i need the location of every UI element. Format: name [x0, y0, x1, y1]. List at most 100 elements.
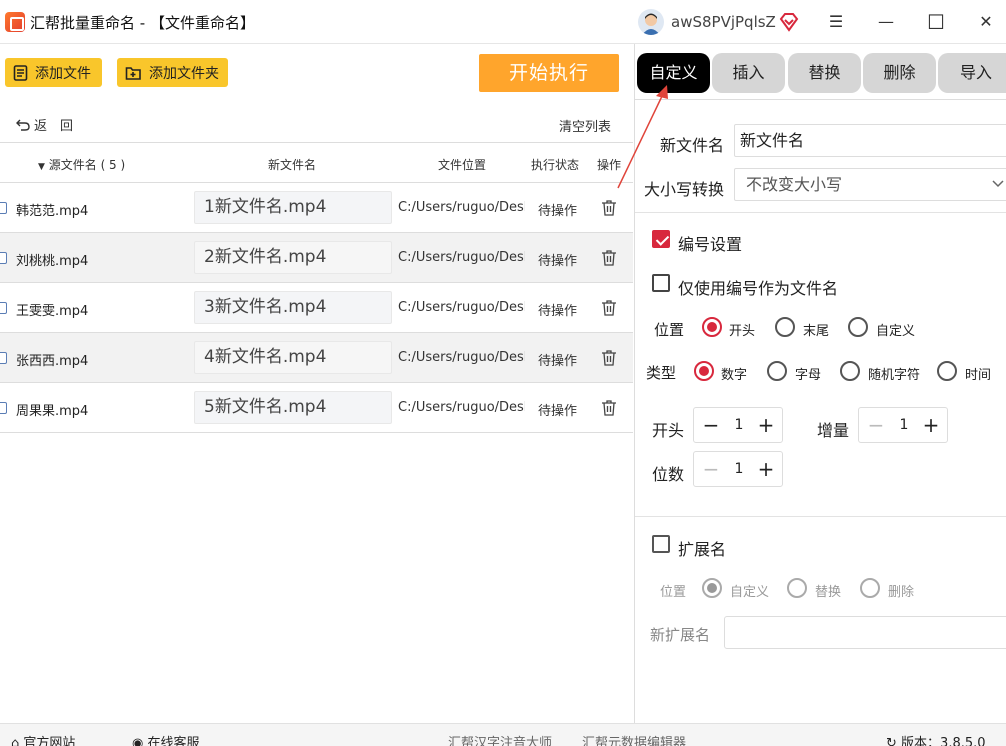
refresh-icon: ↻	[886, 736, 897, 746]
online-service-link[interactable]: ◉ 在线客服	[132, 732, 200, 746]
type-time-radio[interactable]	[937, 361, 957, 381]
app-link-metadata[interactable]: 汇帮元数据编辑器	[582, 732, 686, 746]
tab-delete[interactable]: 删除	[863, 53, 936, 93]
support-icon: ◉	[132, 736, 144, 746]
type-random-label: 随机字符	[868, 368, 921, 383]
new-name-label: 新文件名	[660, 136, 725, 155]
add-file-button[interactable]: 添加文件	[5, 58, 102, 87]
digits-label: 位数	[652, 465, 685, 484]
back-button[interactable]: 返 回	[16, 115, 73, 134]
position-end-label: 末尾	[803, 324, 830, 339]
vip-diamond-icon[interactable]	[779, 12, 799, 32]
chevron-down-icon[interactable]	[991, 176, 1005, 190]
ext-delete-radio[interactable]	[860, 578, 880, 598]
increment-stepper[interactable]: − 1 +	[858, 407, 948, 443]
tab-insert[interactable]: 插入	[712, 53, 785, 93]
tab-replace[interactable]: 替换	[788, 53, 861, 93]
maximize-button[interactable]: ☐	[924, 10, 948, 34]
file-path: C:/Users/ruguo/Deskt	[398, 350, 525, 365]
start-stepper[interactable]: − 1 +	[693, 407, 783, 443]
list-header: ▼ 源文件名 ( 5 ) 新文件名 文件位置 执行状态 操作	[0, 142, 633, 183]
source-filename: 刘桃桃.mp4	[16, 254, 89, 269]
file-path: C:/Users/ruguo/Deskt	[398, 400, 525, 415]
trash-icon[interactable]	[601, 199, 617, 217]
new-ext-label: 新扩展名	[650, 626, 711, 644]
position-start-radio[interactable]	[702, 317, 722, 337]
new-name-column-header: 新文件名	[268, 158, 317, 172]
type-time-label: 时间	[965, 368, 992, 383]
minus-icon[interactable]: −	[701, 415, 721, 435]
start-value[interactable]: 1	[732, 417, 746, 433]
version-info[interactable]: ↻ 版本：3.8.5.0	[886, 732, 986, 746]
trash-icon[interactable]	[601, 399, 617, 417]
ext-replace-radio[interactable]	[787, 578, 807, 598]
new-filename-field[interactable]: 1新文件名.mp4	[194, 191, 392, 224]
type-number-label: 数字	[721, 368, 748, 383]
minus-icon[interactable]: −	[701, 459, 721, 479]
file-path: C:/Users/ruguo/Deskt	[398, 250, 525, 265]
table-row[interactable]: 韩范范.mp4 1新文件名.mp4 C:/Users/ruguo/Deskt 待…	[0, 183, 633, 233]
clear-list-button[interactable]: 清空列表	[559, 116, 611, 135]
case-label: 大小写转换	[644, 180, 725, 199]
increment-value[interactable]: 1	[897, 417, 911, 433]
new-filename-field[interactable]: 3新文件名.mp4	[194, 291, 392, 324]
new-filename-field[interactable]: 4新文件名.mp4	[194, 341, 392, 374]
type-letter-radio[interactable]	[767, 361, 787, 381]
minimize-button[interactable]: —	[874, 10, 898, 34]
table-row[interactable]: 张西西.mp4 4新文件名.mp4 C:/Users/ruguo/Deskt 待…	[0, 333, 633, 383]
position-start-label: 开头	[729, 324, 756, 339]
close-button[interactable]: ✕	[974, 10, 998, 34]
trash-icon[interactable]	[601, 299, 617, 317]
position-custom-radio[interactable]	[848, 317, 868, 337]
digits-stepper[interactable]: − 1 +	[693, 451, 783, 487]
minus-icon[interactable]: −	[866, 415, 886, 435]
tab-import[interactable]: 导入	[938, 53, 1006, 93]
trash-icon[interactable]	[601, 249, 617, 267]
status-text: 待操作	[538, 354, 578, 369]
table-row[interactable]: 王雯雯.mp4 3新文件名.mp4 C:/Users/ruguo/Deskt 待…	[0, 283, 633, 333]
table-row[interactable]: 周果果.mp4 5新文件名.mp4 C:/Users/ruguo/Deskt 待…	[0, 383, 633, 433]
trash-icon[interactable]	[601, 349, 617, 367]
tabs-divider	[635, 99, 1006, 100]
position-end-radio[interactable]	[775, 317, 795, 337]
ext-custom-label: 自定义	[730, 585, 770, 600]
location-column-header: 文件位置	[438, 158, 487, 172]
plus-icon[interactable]: +	[756, 459, 776, 479]
username[interactable]: awS8PVjPqlsZ	[671, 13, 776, 31]
window-title: 汇帮批量重命名 - 【文件重命名】	[30, 14, 255, 32]
new-ext-input[interactable]	[724, 616, 1006, 649]
add-file-label: 添加文件	[35, 65, 91, 82]
video-file-icon	[0, 202, 7, 214]
video-file-icon	[0, 252, 7, 264]
user-avatar-icon[interactable]	[638, 9, 664, 35]
menu-icon[interactable]: ☰	[824, 10, 848, 34]
file-path: C:/Users/ruguo/Deskt	[398, 300, 525, 315]
only-number-label: 仅使用编号作为文件名	[678, 279, 839, 298]
only-number-checkbox[interactable]	[652, 274, 670, 292]
new-name-input[interactable]: 新文件名	[734, 124, 1006, 157]
source-filename: 张西西.mp4	[16, 354, 89, 369]
plus-icon[interactable]: +	[756, 415, 776, 435]
case-select[interactable]: 不改变大小写	[734, 168, 1006, 201]
official-site-link[interactable]: ⌂ 官方网站	[11, 732, 75, 746]
plus-icon[interactable]: +	[921, 415, 941, 435]
type-number-radio[interactable]	[694, 361, 714, 381]
type-random-radio[interactable]	[840, 361, 860, 381]
status-bar: ⌂ 官方网站 ◉ 在线客服 汇帮汉字注音大师 汇帮元数据编辑器 ↻ 版本：3.8…	[0, 723, 1006, 746]
source-column-header[interactable]: ▼ 源文件名 ( 5 )	[38, 156, 125, 173]
digits-value[interactable]: 1	[732, 461, 746, 477]
extension-checkbox[interactable]	[652, 535, 670, 553]
numbering-checkbox[interactable]	[652, 230, 670, 248]
ext-replace-label: 替换	[815, 585, 842, 600]
start-execute-button[interactable]: 开始执行	[479, 54, 619, 92]
status-text: 待操作	[538, 304, 578, 319]
ext-custom-radio[interactable]	[702, 578, 722, 598]
app-link-phonetic[interactable]: 汇帮汉字注音大师	[448, 732, 552, 746]
add-folder-button[interactable]: 添加文件夹	[117, 58, 228, 87]
folder-add-icon	[125, 66, 141, 80]
new-filename-field[interactable]: 2新文件名.mp4	[194, 241, 392, 274]
table-row[interactable]: 刘桃桃.mp4 2新文件名.mp4 C:/Users/ruguo/Deskt 待…	[0, 233, 633, 283]
type-letter-label: 字母	[795, 368, 822, 383]
status-text: 待操作	[538, 404, 578, 419]
new-filename-field[interactable]: 5新文件名.mp4	[194, 391, 392, 424]
